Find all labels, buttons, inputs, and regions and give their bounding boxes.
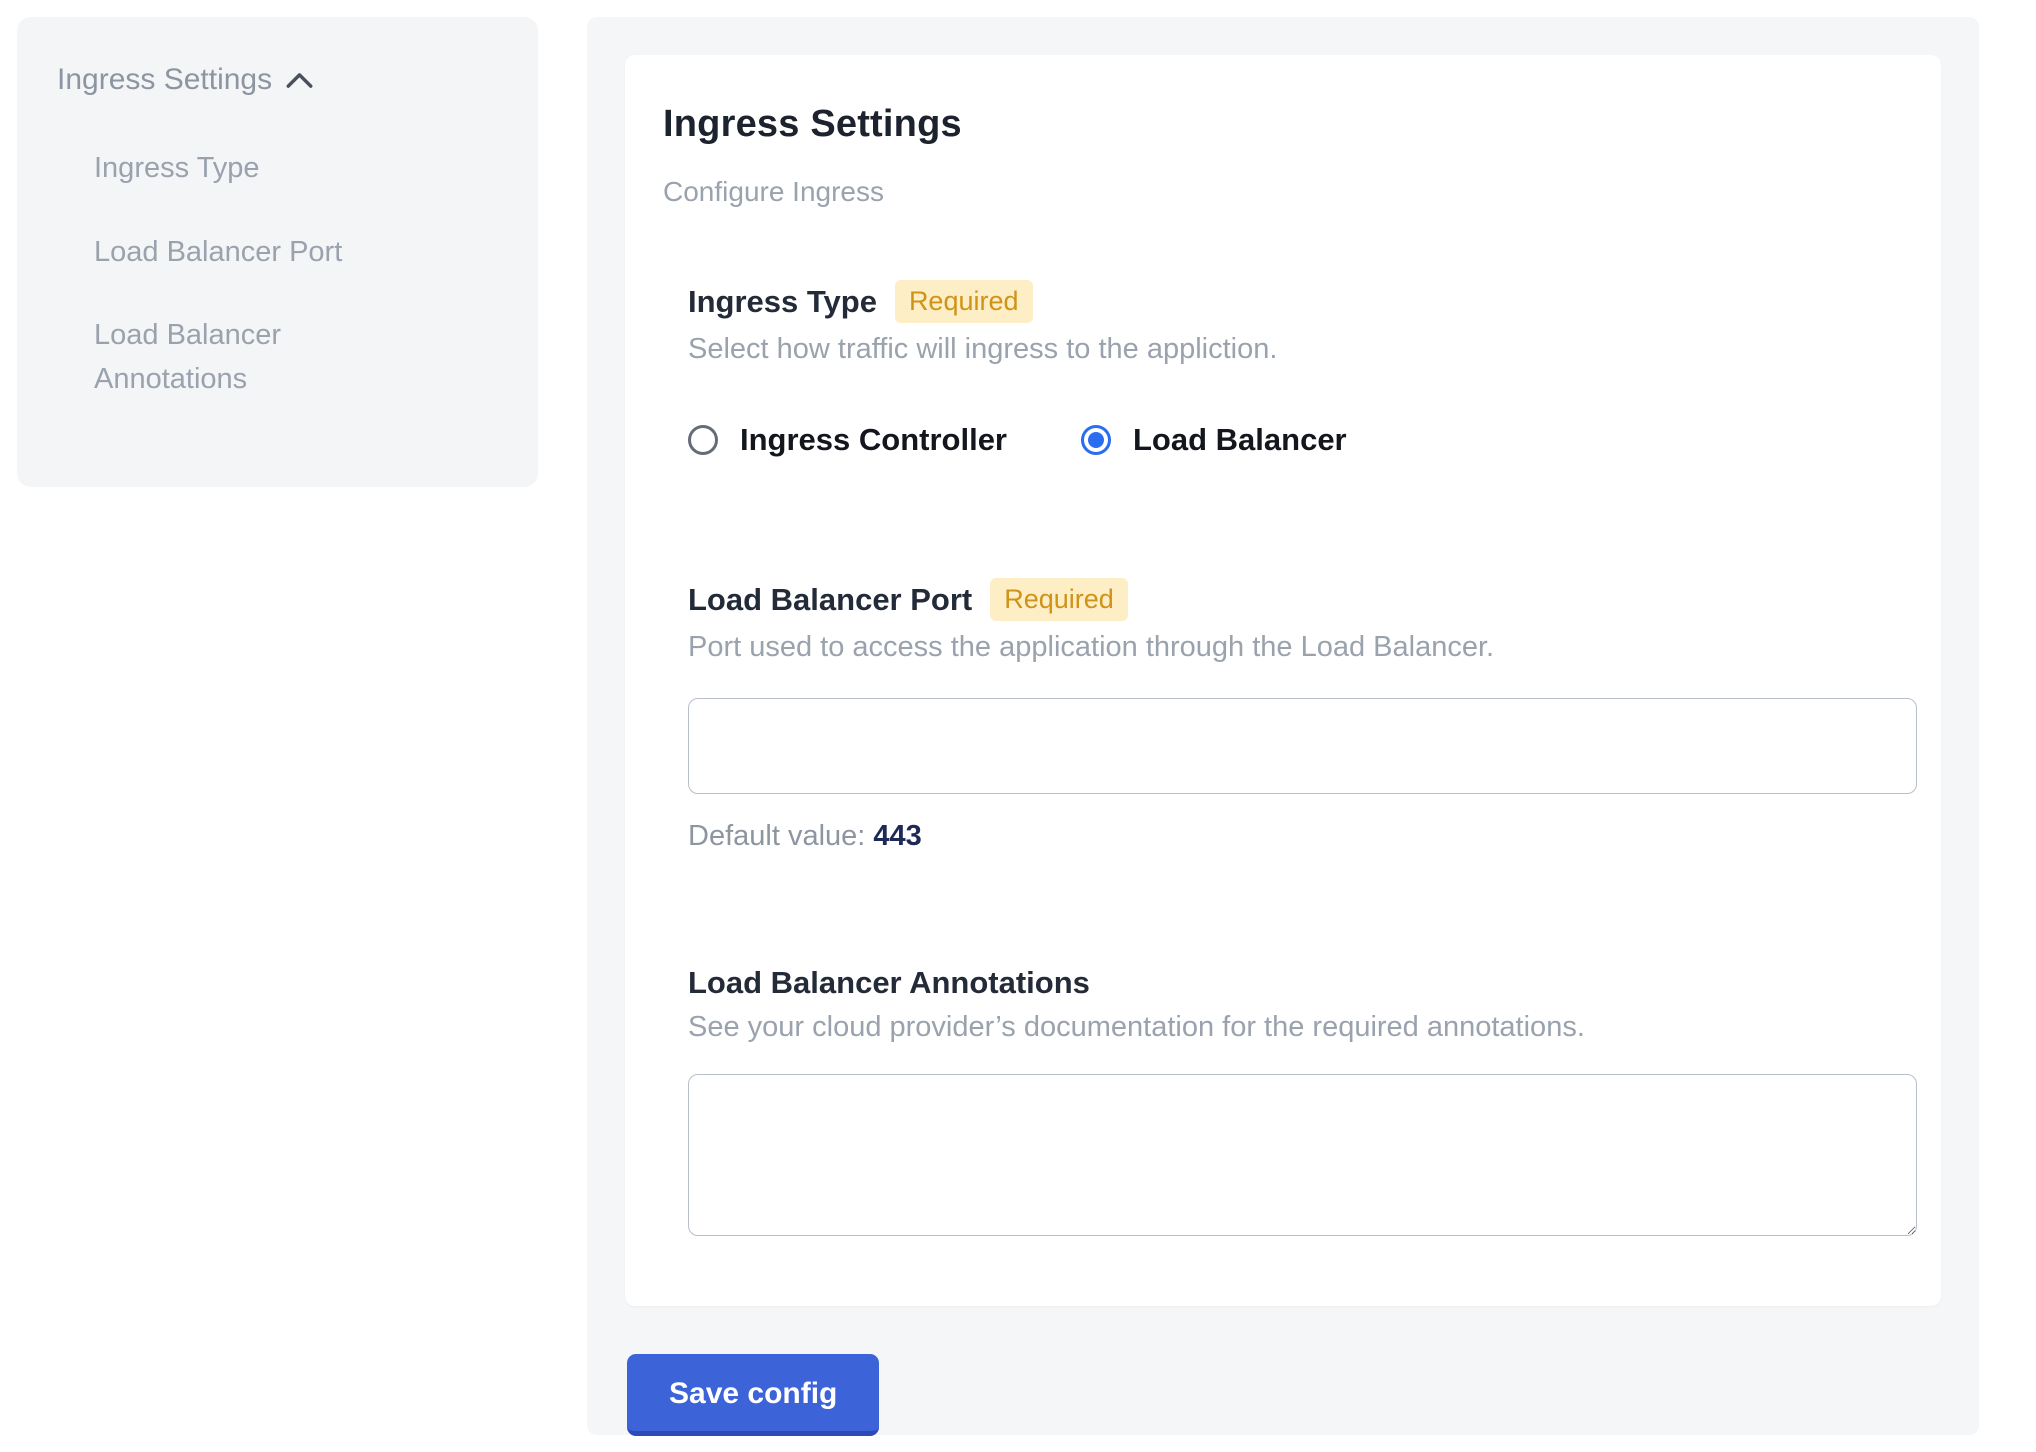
page-subtitle: Configure Ingress [663, 176, 1917, 208]
settings-nav-sidebar: Ingress Settings Ingress Type Load Balan… [17, 17, 538, 487]
radio-checked-icon[interactable] [1081, 425, 1111, 455]
load-balancer-port-section: Load Balancer Port Required Port used to… [688, 578, 1917, 853]
nav-section-ingress-settings[interactable]: Ingress Settings [57, 63, 498, 97]
nav-items-list: Ingress Type Load Balancer Port Load Bal… [57, 147, 498, 401]
required-badge: Required [990, 578, 1128, 621]
load-balancer-port-label: Load Balancer Port [688, 582, 972, 618]
default-value: 443 [873, 820, 921, 852]
ingress-type-label: Ingress Type [688, 284, 877, 320]
radio-option-ingress-controller[interactable]: Ingress Controller [688, 422, 1007, 458]
nav-item-load-balancer-port[interactable]: Load Balancer Port [94, 231, 424, 275]
radio-label-ingress-controller: Ingress Controller [740, 422, 1007, 458]
ingress-type-description: Select how traffic will ingress to the a… [688, 333, 1917, 366]
nav-item-ingress-type[interactable]: Ingress Type [94, 147, 424, 191]
required-badge: Required [895, 280, 1033, 323]
ingress-settings-card: Ingress Settings Configure Ingress Ingre… [625, 55, 1941, 1306]
nav-header-label: Ingress Settings [57, 63, 272, 97]
load-balancer-annotations-section: Load Balancer Annotations See your cloud… [688, 965, 1917, 1236]
load-balancer-port-input[interactable] [688, 698, 1917, 794]
load-balancer-port-description: Port used to access the application thro… [688, 631, 1917, 664]
load-balancer-annotations-description: See your cloud provider’s documentation … [688, 1011, 1917, 1044]
load-balancer-annotations-textarea[interactable] [688, 1074, 1917, 1236]
default-value-line: Default value:443 [688, 820, 1917, 853]
radio-label-load-balancer: Load Balancer [1133, 422, 1347, 458]
load-balancer-annotations-label: Load Balancer Annotations [688, 965, 1090, 1001]
save-config-button[interactable]: Save config [627, 1354, 879, 1436]
nav-item-load-balancer-annotations[interactable]: Load Balancer Annotations [94, 314, 424, 401]
ingress-type-section: Ingress Type Required Select how traffic… [688, 280, 1917, 458]
page-title: Ingress Settings [663, 103, 1917, 146]
default-value-label: Default value: [688, 820, 865, 852]
radio-unchecked-icon[interactable] [688, 425, 718, 455]
radio-option-load-balancer[interactable]: Load Balancer [1081, 422, 1347, 458]
settings-panel: Ingress Settings Configure Ingress Ingre… [587, 17, 1979, 1435]
ingress-type-radio-group: Ingress Controller Load Balancer [688, 422, 1917, 458]
chevron-up-icon [286, 63, 313, 97]
